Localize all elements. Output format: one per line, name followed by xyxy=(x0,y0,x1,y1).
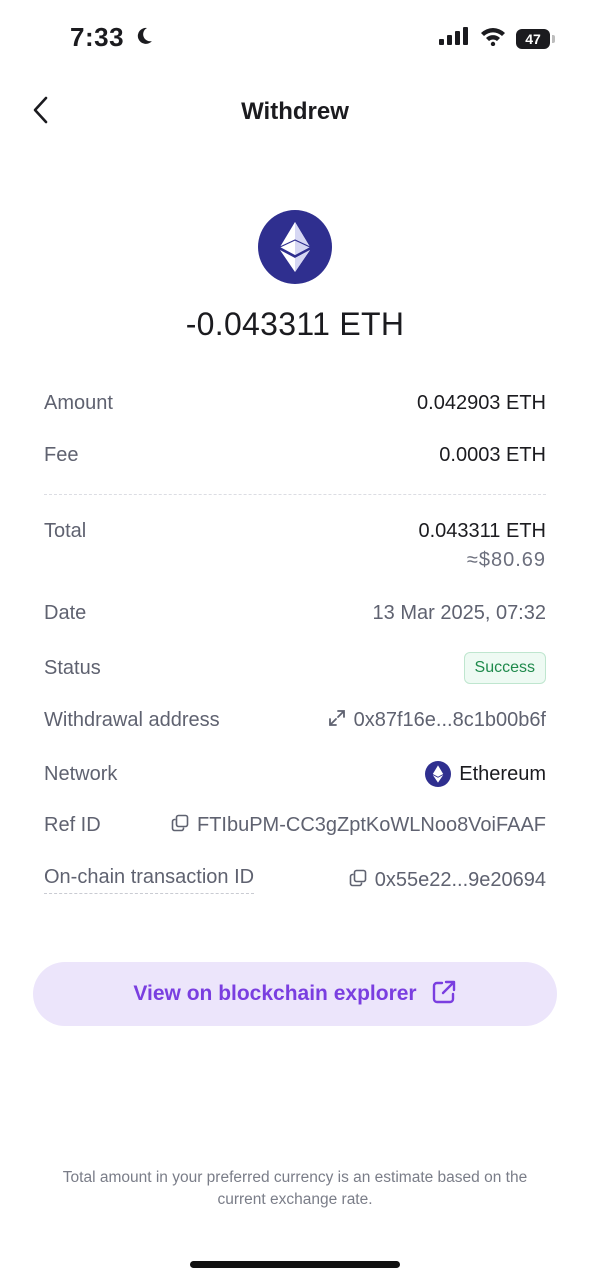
ethereum-icon xyxy=(258,210,332,284)
address-label: Withdrawal address xyxy=(44,709,220,731)
footnote: Total amount in your preferred currency … xyxy=(62,1169,528,1208)
divider xyxy=(44,494,546,495)
cellular-signal-icon xyxy=(438,26,470,51)
copy-icon xyxy=(171,814,189,837)
status-time: 7:33 xyxy=(70,22,154,53)
amount-row: Amount 0.042903 ETH xyxy=(44,392,546,415)
onchain-label[interactable]: On-chain transaction ID xyxy=(44,866,255,894)
onchain-row: On-chain transaction ID 0x55e22...9e2069… xyxy=(44,866,546,894)
network-row: Network Ethereum xyxy=(44,761,546,787)
date-value: 13 Mar 2025, 07:32 xyxy=(372,602,546,624)
date-label: Date xyxy=(44,602,87,624)
ref-row: Ref ID FTIbuPM-CC3gZptKoWLNoo8VoiFAAF xyxy=(44,814,546,837)
battery-icon: 47 xyxy=(516,28,555,49)
status-row: Status Success xyxy=(44,652,546,684)
battery-level: 47 xyxy=(525,30,541,47)
status-label: Status xyxy=(44,656,101,679)
fee-value: 0.0003 ETH xyxy=(439,444,546,466)
date-row: Date 13 Mar 2025, 07:32 xyxy=(44,602,546,625)
withdraw-amount: -0.043311 ETH xyxy=(185,306,405,342)
fee-row: Fee 0.0003 ETH xyxy=(44,444,546,467)
ref-value: FTIbuPM-CC3gZptKoWLNoo8VoiFAAF xyxy=(196,814,546,836)
ref-copy[interactable]: FTIbuPM-CC3gZptKoWLNoo8VoiFAAF xyxy=(171,814,546,837)
moon-icon xyxy=(134,22,154,53)
network-value-wrap: Ethereum xyxy=(425,761,546,787)
header: Withdrew xyxy=(0,88,590,136)
fee-label: Fee xyxy=(44,444,79,466)
total-values: 0.043311 ETH ≈$80.69 xyxy=(419,520,547,572)
address-link[interactable]: 0x87f16e...8c1b00b6f xyxy=(328,709,546,732)
page-title: Withdrew xyxy=(241,98,349,125)
total-fiat: ≈$80.69 xyxy=(466,549,546,571)
network-label: Network xyxy=(44,762,118,785)
network-value: Ethereum xyxy=(459,762,546,785)
status-badge: Success xyxy=(463,652,546,684)
view-explorer-button[interactable]: View on blockchain explorer xyxy=(33,962,557,1026)
amount-value: 0.042903 ETH xyxy=(417,392,546,414)
copy-icon xyxy=(349,869,367,892)
expand-icon xyxy=(328,709,346,732)
address-row: Withdrawal address 0x87f16e...8c1b00b6f xyxy=(44,709,546,732)
status-icons: 47 xyxy=(438,26,555,51)
status-time-text: 7:33 xyxy=(70,22,125,52)
home-indicator[interactable] xyxy=(190,1261,400,1268)
address-value: 0x87f16e...8c1b00b6f xyxy=(353,709,546,731)
screen: 7:33 47 Withdrew -0.043311 ETH Amount 0.… xyxy=(0,0,590,1280)
ethereum-icon xyxy=(425,761,452,787)
view-explorer-label: View on blockchain explorer xyxy=(133,982,417,1005)
amount-label: Amount xyxy=(44,392,113,414)
total-value: 0.043311 ETH xyxy=(418,520,547,542)
coin-wrap xyxy=(0,210,590,284)
total-row: Total 0.043311 ETH ≈$80.69 xyxy=(44,520,546,572)
external-link-icon xyxy=(431,979,457,1010)
wifi-icon xyxy=(480,26,506,51)
onchain-value: 0x55e22...9e20694 xyxy=(374,868,546,891)
total-label: Total xyxy=(44,520,87,542)
onchain-copy[interactable]: 0x55e22...9e20694 xyxy=(349,869,546,892)
ref-label: Ref ID xyxy=(44,814,101,836)
